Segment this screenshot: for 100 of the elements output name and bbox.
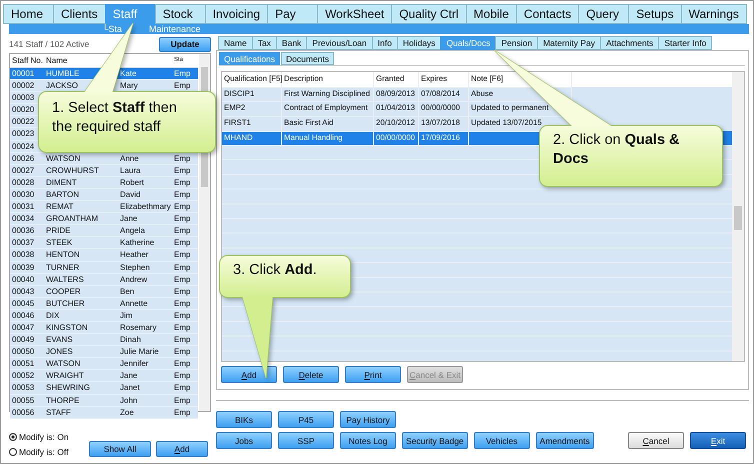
footer-button[interactable]: SSP [278,432,334,449]
table-cell: Emp [174,250,190,260]
table-cell-text: 00043 [11,286,36,297]
table-cell: Emp [174,335,190,344]
table-cell: Andrew [120,274,148,284]
staff-row[interactable]: 00053 SHEWRING Janet Emp [10,382,198,395]
footer-button[interactable]: Amendments [536,432,594,449]
staff-row[interactable]: 00040 WALTERS Andrew Emp [10,274,198,286]
dialog-button[interactable]: Exit [690,432,746,449]
table-cell: KINGSTON [46,322,88,332]
main-tab[interactable]: Mobile [466,4,517,24]
table-cell: WRAIGHT [46,371,84,380]
update-button[interactable]: Update [159,36,211,52]
table-cell-text: 00045 [11,298,36,309]
dialog-button[interactable]: Cancel [628,432,684,449]
main-tab[interactable]: Clients [53,4,106,24]
main-tab[interactable]: WorkSheet [317,4,392,24]
footer-button[interactable]: Jobs [216,432,272,449]
footer-button[interactable]: BIKs [216,411,272,428]
staff-row[interactable]: 00037 STEEK Katherine Emp [10,237,198,250]
footer-button[interactable]: Notes Log [340,432,396,449]
grid-button[interactable]: Delete [283,366,339,383]
table-cell-text: 00046 [11,310,36,321]
footer-button[interactable]: P45 [278,411,334,428]
main-tab[interactable]: Stock [154,4,206,24]
table-cell: SHEWRING [46,383,90,392]
section-title: Maintenance [149,24,201,34]
staff-row[interactable]: 00052 WRAIGHT Jane Emp [10,370,198,382]
staff-row[interactable]: 00030 BARTON David Emp [10,188,198,202]
grid-button[interactable]: Add [221,366,277,383]
grid-button[interactable]: Print [345,366,401,383]
table-cell: Emp [174,69,190,78]
detail-tab[interactable]: Previous/Loan [306,36,373,50]
staff-row[interactable]: 00047 KINGSTON Rosemary Emp [10,322,198,334]
table-cell-text: 00049 [11,334,36,346]
table-cell-text: 00051 [11,358,36,370]
table-cell: Emp [174,166,190,175]
staff-row[interactable]: 00050 JONES Julie Marie Emp [10,346,198,358]
main-tab[interactable]: Warnings [680,4,747,24]
show-all-button[interactable]: Show All [89,441,151,457]
table-cell: Emp [174,178,190,187]
table-cell: Ben [120,286,134,296]
staff-row[interactable]: 00056 STAFF Zoe Emp [10,406,198,419]
detail-tab[interactable]: Info [372,36,398,50]
staff-row[interactable]: 00038 HENTON Heather Emp [10,249,198,262]
staff-row[interactable]: 00055 THORPE John Emp [10,394,198,407]
staff-row[interactable]: 00045 BUTCHER Annette Emp [10,298,198,310]
table-cell: WATSON [46,154,80,163]
table-cell: PRIDE [46,226,70,236]
radio-button[interactable] [9,448,17,456]
table-cell-text: 00030 [11,188,36,200]
table-cell: BUTCHER [46,298,85,308]
main-tab[interactable]: Quality Ctrl [391,4,467,24]
main-tab[interactable]: Pay [267,4,318,24]
detail-tab[interactable]: Attachments [600,36,660,50]
table-cell: COOPER [46,286,81,296]
table-cell: GROANTHAM [46,214,98,224]
staff-row[interactable]: 00039 TURNER Stephen Emp [10,262,198,274]
main-tab[interactable]: Contacts [516,4,580,24]
detail-tab[interactable]: Tax [252,36,277,50]
detail-tab[interactable]: Name [218,36,253,50]
main-tab[interactable]: Setups [628,4,682,24]
table-cell: Stephen [120,262,150,272]
staff-row[interactable]: 00051 WATSON Jennifer Emp [10,358,198,370]
staff-row[interactable]: 00046 DIX Jim Emp [10,310,198,322]
sub-tab[interactable]: Documents [281,52,334,65]
main-tab[interactable]: Query [578,4,630,24]
detail-tab[interactable]: Holidays [396,36,442,50]
radio-button[interactable] [9,433,17,441]
main-tab[interactable]: Invoicing [204,4,268,24]
radio-label: Modify is: On [19,432,69,442]
staff-row[interactable]: 00028 DIMENT Robert Emp [10,176,198,189]
staff-row[interactable]: 00043 COOPER Ben Emp [10,286,198,298]
staff-row[interactable]: 00034 GROANTHAM Jane Emp [10,213,198,226]
column-header: Name [46,55,68,67]
staff-row[interactable]: 00027 CROWHURST Laura Emp [10,164,198,177]
staff-row[interactable]: 00026 WATSON Anne Emp [10,152,198,165]
main-tab[interactable]: Home [3,4,54,24]
scrollbar[interactable] [732,72,744,361]
table-cell-text: 00002 [11,80,36,92]
table-cell: Emp [174,371,190,380]
table-cell-text: 00039 [11,262,36,273]
staff-row[interactable]: 00036 PRIDE Angela Emp [10,225,198,238]
footer-button[interactable]: Pay History [340,411,396,428]
footer-button[interactable]: Vehicles [474,432,530,449]
table-cell: STEEK [46,238,72,248]
table-cell: Julie Marie [120,347,159,356]
detail-tab[interactable]: Maternity Pay [537,36,602,50]
table-cell: Rosemary [120,322,156,332]
footer-button[interactable]: Security Badge [402,432,468,449]
staff-row[interactable]: 00031 REMAT Elizabethmary Emp [10,201,198,214]
table-cell: JONES [46,347,73,356]
add-button[interactable]: Add [156,441,208,457]
staff-count: 141 Staff / 102 Active [9,39,90,49]
detail-tab[interactable]: Bank [276,36,308,50]
table-cell: Emp [174,154,190,163]
detail-tab[interactable]: Starter Info [658,36,712,50]
section-title: └Sta [102,24,122,34]
staff-row[interactable]: 00049 EVANS Dinah Emp [10,334,198,346]
detail-tab[interactable]: Pension [495,36,538,50]
